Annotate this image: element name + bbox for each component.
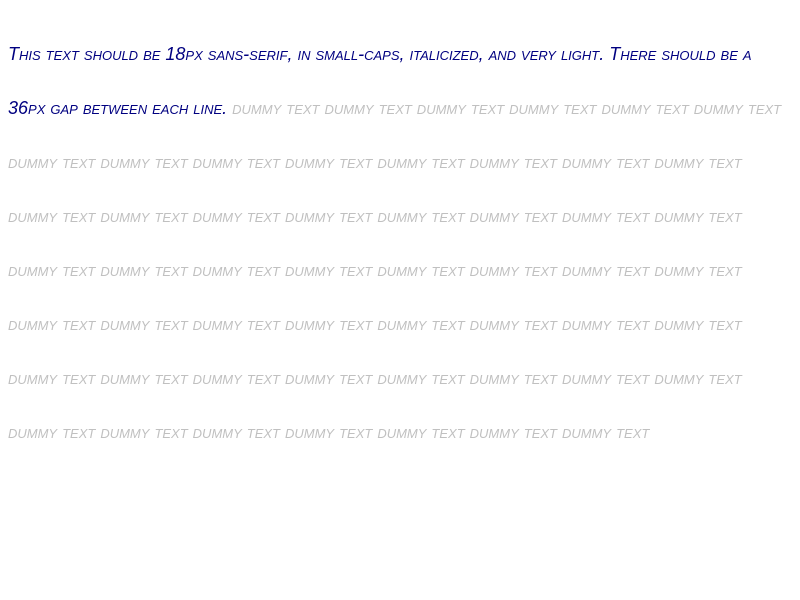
test-paragraph: This text should be 18px sans-serif, in … bbox=[8, 27, 792, 459]
dummy-text: dummy text dummy text dummy text dummy t… bbox=[8, 98, 782, 442]
test-page: This text should be 18px sans-serif, in … bbox=[0, 0, 800, 600]
